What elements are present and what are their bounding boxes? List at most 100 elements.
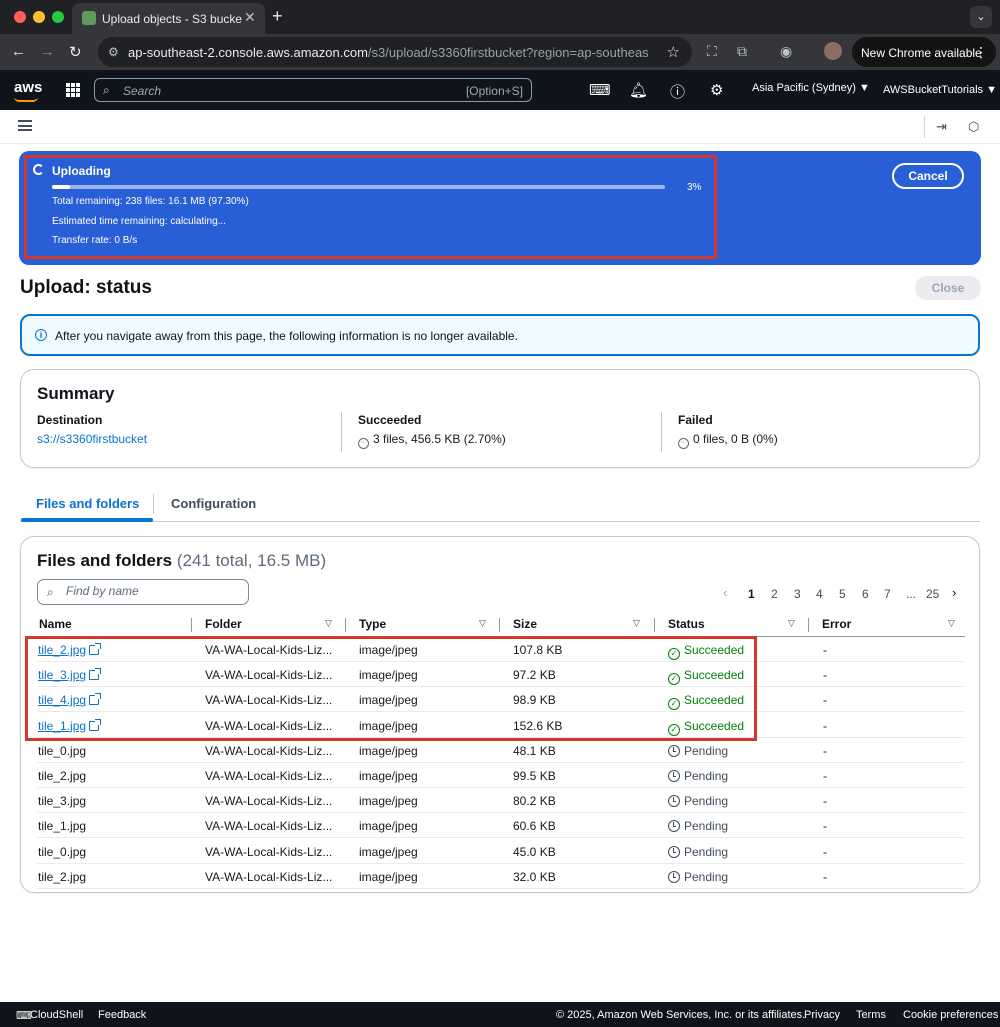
column-header-folder[interactable]: Folder: [205, 617, 242, 631]
aws-search-input[interactable]: ⌕ Search [Option+S]: [94, 78, 532, 102]
menu-hamburger-icon[interactable]: [18, 120, 32, 131]
column-resizer[interactable]: [808, 618, 809, 632]
lens-icon[interactable]: ◉: [780, 43, 792, 60]
cell-folder: VA-WA-Local-Kids-Liz...: [205, 668, 333, 683]
file-name-link[interactable]: tile_4.jpg: [38, 693, 86, 707]
footer-privacy[interactable]: Privacy: [804, 1009, 840, 1021]
browser-tab-active[interactable]: Upload objects - S3 bucket s ✕: [72, 3, 265, 34]
console-footer: ⌨ CloudShell Feedback © 2025, Amazon Web…: [0, 1002, 1000, 1027]
find-by-name-input[interactable]: ⌕: [37, 579, 249, 605]
pagination-page-6[interactable]: 6: [862, 587, 869, 601]
new-chrome-available-button[interactable]: New Chrome available ⋮: [852, 37, 996, 67]
gear-icon[interactable]: ⚙: [710, 81, 723, 99]
back-arrow-icon[interactable]: ←: [11, 43, 26, 60]
forward-arrow-icon[interactable]: →: [40, 43, 55, 60]
success-check-icon: ✓: [668, 698, 680, 711]
footer-cloudshell[interactable]: CloudShell: [30, 1009, 83, 1021]
cell-type: image/jpeg: [359, 794, 418, 809]
sort-caret-icon[interactable]: ▽: [948, 618, 955, 629]
window-close-dot[interactable]: [14, 11, 26, 23]
file-name-link[interactable]: tile_3.jpg: [38, 668, 86, 682]
bell-icon[interactable]: 🔔︎: [629, 81, 648, 99]
pagination-page-2[interactable]: 2: [771, 587, 778, 601]
status-text: Succeeded: [684, 718, 745, 733]
spinner-icon: [33, 164, 44, 175]
panel-icon[interactable]: ⇥: [936, 119, 947, 135]
column-header-size[interactable]: Size: [513, 617, 537, 631]
new-tab-icon[interactable]: +: [272, 6, 283, 27]
status-text: Pending: [684, 869, 729, 884]
close-button[interactable]: Close: [915, 276, 981, 300]
settings-hex-icon[interactable]: ⬡: [968, 119, 979, 135]
cell-status: Pending: [668, 769, 728, 783]
column-resizer[interactable]: [499, 618, 500, 632]
column-resizer[interactable]: [654, 618, 655, 632]
window-maximize-dot[interactable]: [52, 11, 64, 23]
window-minimize-dot[interactable]: [33, 11, 45, 23]
cell-name: tile_2.jpg: [38, 769, 86, 783]
external-link-icon[interactable]: [89, 718, 102, 731]
tab-files-and-folders[interactable]: Files and folders: [36, 496, 139, 511]
external-link-icon[interactable]: [89, 693, 102, 706]
screenshot-icon[interactable]: ⛶: [707, 43, 717, 60]
extensions-icon[interactable]: ⧉: [737, 43, 747, 60]
column-resizer[interactable]: [191, 618, 192, 632]
profile-avatar[interactable]: [824, 42, 842, 60]
cell-size: 45.0 KB: [513, 844, 556, 859]
help-icon[interactable]: ⓘ: [670, 81, 685, 102]
region-selector[interactable]: Asia Pacific (Sydney) ▼: [752, 82, 870, 94]
column-header-error[interactable]: Error: [822, 617, 851, 631]
external-link-icon[interactable]: [89, 643, 102, 655]
file-name-link[interactable]: tile_1.jpg: [38, 719, 86, 733]
cell-size: 98.9 KB: [513, 693, 556, 708]
cell-error: -: [823, 794, 827, 809]
file-name: tile_2.jpg: [38, 769, 87, 783]
sort-caret-icon[interactable]: ▽: [479, 618, 486, 629]
sort-caret-icon[interactable]: ▽: [788, 618, 795, 629]
site-info-icon[interactable]: ⚙: [108, 45, 119, 59]
sort-caret-icon[interactable]: ▽: [325, 618, 332, 629]
footer-cookie-preferences[interactable]: Cookie preferences: [903, 1009, 998, 1021]
upload-banner-title: Uploading: [52, 164, 111, 178]
pagination-page-25[interactable]: 25: [926, 587, 939, 601]
column-header-name[interactable]: Name: [39, 617, 72, 631]
cloudshell-icon[interactable]: ⌨: [589, 81, 611, 99]
pagination-page-3[interactable]: 3: [794, 587, 801, 601]
pagination-page-5[interactable]: 5: [839, 587, 846, 601]
more-vert-icon[interactable]: ⋮: [974, 44, 988, 61]
account-menu[interactable]: AWSBucketTutorials ▼: [883, 84, 997, 96]
sort-caret-icon[interactable]: ▽: [633, 618, 640, 629]
services-grid-icon[interactable]: [66, 83, 80, 97]
pagination-next-icon[interactable]: ›: [952, 585, 956, 600]
cell-folder: VA-WA-Local-Kids-Liz...: [205, 819, 333, 834]
summary-destination: Destination s3://s3360firstbucket: [37, 413, 147, 446]
pagination-page-4[interactable]: 4: [816, 587, 823, 601]
total-remaining-text: Total remaining: 238 files: 16.1 MB (97.…: [52, 196, 249, 207]
address-bar[interactable]: ⚙ ap-southeast-2.console.aws.amazon.com/…: [98, 37, 692, 67]
pagination-page-7[interactable]: 7: [884, 587, 891, 601]
tab-configuration[interactable]: Configuration: [171, 496, 256, 511]
bookmark-star-icon[interactable]: ☆: [667, 43, 680, 61]
column-header-type[interactable]: Type: [359, 617, 386, 631]
column-header-status[interactable]: Status: [668, 617, 705, 631]
file-name-link[interactable]: tile_2.jpg: [38, 643, 86, 657]
clock-icon: [668, 744, 680, 757]
status-text: Succeeded: [684, 693, 745, 708]
find-by-name-field[interactable]: [66, 584, 242, 598]
cancel-upload-button[interactable]: Cancel: [892, 163, 964, 189]
destination-link[interactable]: s3://s3360firstbucket: [37, 432, 147, 446]
external-link-icon[interactable]: [89, 668, 102, 681]
pagination-page-1[interactable]: 1: [748, 587, 755, 601]
aws-logo[interactable]: aws: [14, 79, 42, 102]
footer-feedback[interactable]: Feedback: [98, 1009, 146, 1021]
reload-icon[interactable]: ↻: [69, 43, 82, 61]
pagination-prev-icon[interactable]: ‹: [723, 585, 727, 600]
footer-terms[interactable]: Terms: [856, 1009, 886, 1021]
url-text[interactable]: ap-southeast-2.console.aws.amazon.com/s3…: [128, 45, 648, 60]
failed-label: Failed: [678, 413, 713, 427]
tab-search-chevron-icon[interactable]: ⌄: [970, 6, 992, 28]
column-resizer[interactable]: [345, 618, 346, 632]
table-row: tile_1.jpg VA-WA-Local-Kids-Liz... image/j…: [37, 813, 965, 839]
close-tab-icon[interactable]: ✕: [244, 9, 256, 26]
cell-error: -: [823, 869, 827, 884]
